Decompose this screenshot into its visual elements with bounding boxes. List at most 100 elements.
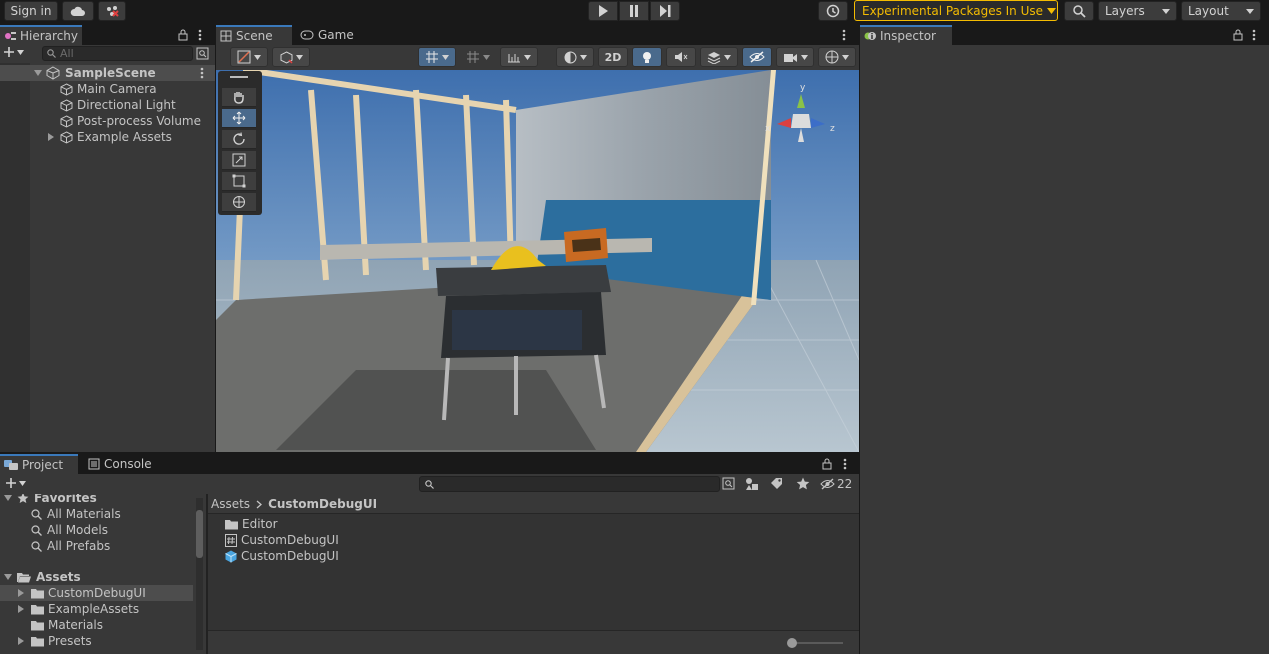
zoom-slider-handle[interactable]	[787, 638, 797, 648]
hierarchy-splitter[interactable]	[215, 25, 216, 453]
tree-scrollbar-thumb[interactable]	[196, 510, 203, 558]
draw-mode-dropdown[interactable]	[230, 47, 268, 67]
tab-scene[interactable]: Scene	[216, 25, 292, 45]
rotate-icon	[233, 132, 245, 145]
tab-console[interactable]: Console	[84, 454, 164, 474]
create-button[interactable]	[3, 46, 24, 58]
folder-item-customdebugui[interactable]: CustomDebugUI	[0, 585, 193, 601]
scene-visibility-toggle[interactable]	[742, 47, 772, 67]
layout-dropdown[interactable]: Layout	[1181, 1, 1261, 21]
hierarchy-gutter	[0, 63, 30, 452]
more-options-icon[interactable]	[842, 29, 846, 41]
sign-in-button[interactable]: Sign in	[4, 1, 58, 21]
camera-dropdown[interactable]	[776, 47, 814, 67]
pause-button[interactable]	[619, 1, 649, 21]
ruler-dropdown[interactable]	[500, 47, 538, 67]
search-button[interactable]	[1064, 1, 1094, 21]
audio-toggle[interactable]	[666, 47, 696, 67]
lighting-toggle[interactable]	[632, 47, 662, 67]
drag-handle-icon[interactable]	[230, 76, 248, 78]
expand-arrow-right-icon[interactable]	[48, 133, 54, 141]
collab-button[interactable]	[98, 1, 126, 21]
assets-header[interactable]: Assets	[4, 569, 81, 585]
gameobject-cube-icon	[60, 82, 73, 96]
cloud-button[interactable]	[62, 1, 94, 21]
hidden-packages-toggle[interactable]: 22	[820, 477, 852, 491]
project-search-input[interactable]	[419, 476, 720, 492]
transform-tool-button[interactable]	[222, 193, 256, 212]
favorites-label: Favorites	[34, 494, 97, 505]
tab-inspector[interactable]: Inspector	[860, 25, 952, 45]
file-item-editor[interactable]: Editor	[225, 516, 278, 532]
zoom-slider-track[interactable]	[791, 642, 843, 644]
expand-arrow-icon[interactable]	[4, 495, 12, 501]
folder-item-materials[interactable]: Materials	[31, 617, 103, 633]
scale-tool-button[interactable]	[222, 151, 256, 170]
expand-arrow-right-icon[interactable]	[18, 637, 24, 645]
favorite-item-all-prefabs[interactable]: All Prefabs	[31, 538, 110, 554]
more-options-icon[interactable]	[200, 67, 204, 79]
hierarchy-icon	[5, 32, 16, 40]
favorite-star-icon[interactable]	[796, 477, 810, 490]
favorite-item-all-models[interactable]: All Models	[31, 522, 108, 538]
rotate-tool-button[interactable]	[222, 130, 256, 149]
project-create-button[interactable]	[5, 477, 26, 489]
hierarchy-item-example-assets[interactable]: Example Assets	[48, 129, 172, 145]
render-mode-dropdown[interactable]	[272, 47, 310, 67]
2d-toggle[interactable]: 2D	[598, 47, 628, 67]
scene-grid-icon	[220, 30, 232, 42]
console-icon	[88, 458, 100, 470]
play-button[interactable]	[588, 1, 618, 21]
scene-search-icon[interactable]	[196, 47, 209, 60]
shading-dropdown[interactable]	[556, 47, 594, 67]
experimental-packages-button[interactable]: Experimental Packages In Use	[854, 0, 1058, 21]
hierarchy-scene-row[interactable]: SampleScene	[0, 65, 215, 81]
expand-arrow-icon[interactable]	[34, 70, 42, 76]
breadcrumb-assets[interactable]: Assets	[211, 497, 250, 511]
hand-tool-button[interactable]	[222, 88, 256, 107]
gameobject-cube-icon	[60, 130, 73, 144]
move-tool-button[interactable]	[222, 109, 256, 128]
tab-project[interactable]: Project	[0, 454, 78, 474]
shading-sphere-icon	[564, 51, 576, 63]
tree-scrollbar[interactable]	[196, 498, 203, 650]
hierarchy-item-post-process-volume[interactable]: Post-process Volume	[60, 113, 201, 129]
expand-arrow-right-icon[interactable]	[18, 605, 24, 613]
more-options-icon[interactable]	[198, 29, 202, 41]
hierarchy-item-directional-light[interactable]: Directional Light	[60, 97, 176, 113]
inspector-splitter[interactable]	[859, 25, 860, 654]
gizmos-dropdown[interactable]	[818, 47, 856, 67]
history-button[interactable]	[818, 1, 848, 21]
hierarchy-search-input[interactable]: All	[42, 46, 193, 61]
more-options-icon[interactable]	[1252, 29, 1256, 41]
search-by-type-icon[interactable]	[722, 477, 735, 490]
favorites-header[interactable]: Favorites	[4, 494, 97, 506]
expand-arrow-right-icon[interactable]	[18, 589, 24, 597]
grid-snap-toggle[interactable]	[418, 47, 456, 67]
rect-tool-button[interactable]	[222, 172, 256, 191]
more-options-icon[interactable]	[843, 458, 847, 470]
lock-icon[interactable]	[822, 458, 832, 470]
tab-hierarchy[interactable]: Hierarchy	[0, 25, 82, 45]
folder-item-presets[interactable]: Presets	[18, 633, 92, 649]
breadcrumb-current[interactable]: CustomDebugUI	[268, 497, 377, 511]
lock-icon[interactable]	[1233, 29, 1243, 41]
file-item-customdebugui-script[interactable]: CustomDebugUI	[225, 532, 339, 548]
ruler-icon	[508, 54, 520, 63]
rect-transform-icon	[232, 174, 246, 188]
filter-by-label-icon[interactable]	[770, 477, 783, 490]
tab-game[interactable]: Game	[296, 25, 368, 45]
layers-dropdown[interactable]: Layers	[1098, 1, 1177, 21]
folder-item-exampleassets[interactable]: ExampleAssets	[18, 601, 139, 617]
effects-dropdown[interactable]	[700, 47, 738, 67]
hierarchy-item-main-camera[interactable]: Main Camera	[60, 81, 157, 97]
step-button[interactable]	[650, 1, 680, 21]
increment-snap-dropdown[interactable]	[460, 47, 496, 67]
filter-by-type-icon[interactable]	[745, 477, 759, 491]
favorite-item-all-materials[interactable]: All Materials	[31, 506, 121, 522]
expand-arrow-icon[interactable]	[4, 574, 12, 580]
scene-viewport[interactable]: y x z	[216, 70, 859, 452]
file-item-customdebugui-prefab[interactable]: CustomDebugUI	[225, 548, 339, 564]
lock-icon[interactable]	[178, 29, 188, 41]
folder-icon	[31, 588, 44, 598]
